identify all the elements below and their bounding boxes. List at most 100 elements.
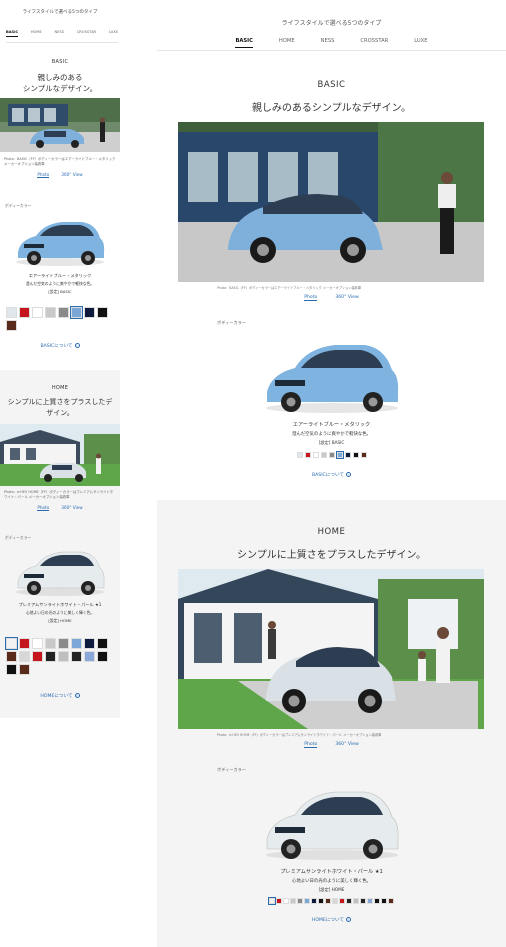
- home-color-swatch[interactable]: [84, 638, 95, 649]
- basic-car-image: [257, 330, 407, 415]
- basic-color-swatch[interactable]: [69, 305, 84, 320]
- home-color-swatch[interactable]: [353, 898, 359, 904]
- home-color-swatch[interactable]: [6, 651, 17, 662]
- basic-color-swatch[interactable]: [360, 452, 367, 458]
- home-color-name: プレミアムサンライトホワイト・パール ★1: [280, 869, 383, 875]
- type-tabs: BASIC HOME NESS CROSSTAR LUXE: [157, 38, 506, 48]
- home-color-swatch[interactable]: [332, 898, 338, 904]
- home-color-swatch[interactable]: [374, 898, 380, 904]
- tab-basic[interactable]: BASIC: [6, 30, 19, 37]
- basic-360-link[interactable]: 360° View: [335, 295, 358, 301]
- home-car-image: [257, 777, 407, 862]
- basic-more-link[interactable]: BASICについて ›: [0, 343, 120, 349]
- home-view-links: Photo 360° View: [0, 505, 120, 511]
- home-color-swatch[interactable]: [290, 898, 296, 904]
- chevron-right-icon: ›: [74, 693, 80, 698]
- tab-crosstar[interactable]: CROSSTAR: [360, 38, 388, 48]
- home-headline: シンプルに上質さをプラスしたデザイン。: [237, 550, 426, 561]
- basic-color-swatch[interactable]: [6, 320, 17, 331]
- home-color-swatch[interactable]: [45, 638, 56, 649]
- basic-color-swatch[interactable]: [328, 452, 335, 458]
- basic-photo-caption: Photo：BASIC（FF）ボディーカラーはエアーライトブルー・メタリック メ…: [217, 286, 362, 290]
- home-color-swatch[interactable]: [346, 898, 352, 904]
- basic-body-color-label: ボディーカラー: [217, 320, 247, 325]
- home-color-swatch[interactable]: [388, 898, 394, 904]
- page-title: ライフスタイルで選べる5つのタイプ: [281, 20, 382, 27]
- home-color-swatch[interactable]: [84, 651, 95, 662]
- home-photo-caption: Photo：e:HEV HOME（FF）ボディーカラーはプレミアムサンライトホワ…: [4, 490, 114, 499]
- home-color-swatch[interactable]: [19, 664, 30, 675]
- home-color-swatch[interactable]: [71, 638, 82, 649]
- basic-color-swatch[interactable]: [296, 452, 303, 458]
- home-color-desc: 心地よい日の光のように美しく輝く色。: [291, 879, 372, 884]
- home-color-swatch[interactable]: [45, 651, 56, 662]
- home-swatch-grid-mobile: [4, 636, 116, 675]
- basic-lifestyle-photo: [0, 98, 120, 152]
- basic-color-swatch[interactable]: [312, 452, 319, 458]
- home-360-link[interactable]: 360° View: [335, 742, 358, 748]
- basic-swatch-row-desktop: [157, 450, 506, 460]
- home-color-swatch[interactable]: [19, 651, 30, 662]
- home-color-type: [設定] HOME: [318, 887, 345, 892]
- home-color-swatch[interactable]: [6, 664, 17, 675]
- chevron-right-icon: ›: [74, 343, 80, 348]
- home-color-swatch[interactable]: [58, 651, 69, 662]
- home-color-swatch[interactable]: [381, 898, 387, 904]
- basic-color-swatch[interactable]: [84, 307, 95, 318]
- basic-360-link[interactable]: 360° View: [61, 172, 82, 178]
- tab-home[interactable]: HOME: [31, 30, 42, 37]
- home-color-swatch[interactable]: [19, 638, 30, 649]
- tab-ness[interactable]: NESS: [321, 38, 335, 48]
- tab-luxe[interactable]: LUXE: [414, 38, 427, 48]
- basic-color-swatch[interactable]: [97, 307, 108, 318]
- basic-color-swatch[interactable]: [45, 307, 56, 318]
- home-color-swatch[interactable]: [4, 636, 19, 651]
- home-color-swatch[interactable]: [318, 898, 324, 904]
- home-body-color-label: ボディーカラー: [217, 767, 247, 772]
- home-color-swatch[interactable]: [339, 898, 345, 904]
- basic-car-image: [10, 212, 110, 267]
- home-color-swatch[interactable]: [58, 638, 69, 649]
- home-color-swatch[interactable]: [97, 638, 108, 649]
- home-color-swatch[interactable]: [267, 896, 277, 906]
- basic-color-swatch[interactable]: [344, 452, 351, 458]
- home-color-swatch[interactable]: [311, 898, 317, 904]
- tab-ness[interactable]: NESS: [55, 30, 65, 37]
- home-color-swatch[interactable]: [32, 638, 43, 649]
- home-color-swatch[interactable]: [304, 898, 310, 904]
- tab-home[interactable]: HOME: [279, 38, 295, 48]
- home-color-swatch[interactable]: [71, 651, 82, 662]
- basic-color-swatch[interactable]: [58, 307, 69, 318]
- basic-color-swatch[interactable]: [32, 307, 43, 318]
- basic-color-swatch[interactable]: [19, 307, 30, 318]
- home-more-link[interactable]: HOMEについて ›: [0, 693, 120, 699]
- basic-photo-link[interactable]: Photo: [304, 295, 318, 301]
- tab-crosstar[interactable]: CROSSTAR: [77, 30, 96, 37]
- basic-color-type: [設定] BASIC: [48, 289, 72, 294]
- home-color-swatch[interactable]: [97, 651, 108, 662]
- home-color-desc: 心地よい日の光のように美しく輝く色。: [25, 610, 95, 615]
- home-view-links: Photo 360° View: [157, 742, 506, 748]
- tab-luxe[interactable]: LUXE: [109, 30, 118, 37]
- home-photo-link[interactable]: Photo: [37, 505, 50, 511]
- home-color-swatch[interactable]: [297, 898, 303, 904]
- basic-color-swatch[interactable]: [320, 452, 327, 458]
- home-color-swatch[interactable]: [367, 898, 373, 904]
- tab-basic[interactable]: BASIC: [235, 38, 253, 48]
- home-color-swatch[interactable]: [276, 898, 282, 904]
- home-color-swatch[interactable]: [32, 651, 43, 662]
- page-title: ライフスタイルで選べる5つのタイプ: [22, 10, 98, 15]
- home-photo-link[interactable]: Photo: [304, 742, 318, 748]
- home-360-link[interactable]: 360° View: [61, 505, 82, 511]
- basic-color-swatch[interactable]: [304, 452, 311, 458]
- home-more-link[interactable]: HOMEについて ›: [157, 917, 506, 923]
- basic-color-swatch[interactable]: [6, 307, 17, 318]
- home-color-swatch[interactable]: [283, 898, 289, 904]
- home-color-swatch[interactable]: [325, 898, 331, 904]
- basic-more-link[interactable]: BASICについて ›: [157, 472, 506, 478]
- home-color-name: プレミアムサンライトホワイト・パール ★1: [18, 602, 102, 607]
- basic-color-swatch[interactable]: [335, 450, 344, 460]
- basic-color-swatch[interactable]: [352, 452, 359, 458]
- basic-photo-link[interactable]: Photo: [37, 172, 50, 178]
- home-color-swatch[interactable]: [360, 898, 366, 904]
